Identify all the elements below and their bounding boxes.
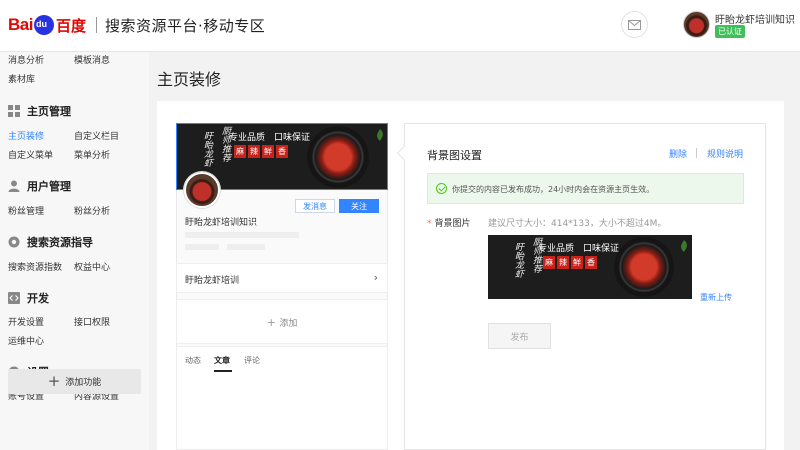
baidu-logo[interactable]: Bai 百度 搜索资源平台·移动专区 xyxy=(8,12,265,38)
shop-row[interactable]: 盱眙龙虾培训 › xyxy=(176,263,388,293)
banner-spicy-tags: 麻 辣 鲜 香 xyxy=(543,256,597,269)
mail-icon xyxy=(628,19,641,30)
spicy-tag: 鲜 xyxy=(262,145,274,158)
sidebar-item-menu-analysis[interactable]: 菜单分析 xyxy=(74,148,110,161)
leaf-decoration xyxy=(374,129,386,141)
success-message: 你提交的内容已发布成功，24小时内会在资源主页生效。 xyxy=(452,185,655,194)
shop-row-label: 盱眙龙虾培训 xyxy=(185,276,240,286)
sidebar-section-search-guide: 搜索资源指导 xyxy=(8,234,93,250)
tab-comments[interactable]: 评论 xyxy=(244,355,260,366)
background-image-label: * 背景图片 xyxy=(427,219,471,229)
user-name: 盱眙龙虾培训知识 xyxy=(715,15,795,26)
success-alert: 你提交的内容已发布成功，24小时内会在资源主页生效。 xyxy=(427,173,744,204)
plus-icon: + xyxy=(47,372,61,390)
user-menu[interactable]: 盱眙龙虾培训知识 已认证 xyxy=(683,11,795,41)
skeleton-line xyxy=(185,232,299,238)
sidebar-section-title: 开发 xyxy=(27,292,49,305)
check-circle-icon xyxy=(436,183,447,194)
profile-avatar xyxy=(184,172,220,208)
logo-bai-text: Bai xyxy=(8,15,33,34)
sidebar-section-title: 用户管理 xyxy=(27,180,71,193)
banner-image: 盱眙龙虾 厨师推荐 专业品质 口味保证 麻 辣 鲜 香 xyxy=(488,235,692,299)
sidebar-item-custom-column[interactable]: 自定义栏目 xyxy=(74,129,119,142)
reupload-link[interactable]: 重新上传 xyxy=(700,292,732,303)
gear-badge-icon xyxy=(8,236,20,248)
active-tab-indicator xyxy=(214,370,232,372)
spicy-tag: 辣 xyxy=(248,145,260,158)
content-tabs: 动态 文章 评论 xyxy=(176,346,388,450)
verified-badge: 已认证 xyxy=(715,25,745,38)
add-function-label: 添加功能 xyxy=(65,378,102,388)
editor-title: 背景图设置 xyxy=(427,149,482,162)
add-module-button[interactable]: + 添加 xyxy=(176,299,388,344)
sidebar-item-template-message[interactable]: 模板消息 xyxy=(74,53,110,66)
sidebar-item-api-permission[interactable]: 接口权限 xyxy=(74,315,110,328)
size-hint: 建议尺寸大小：414*133，大小不超过4M。 xyxy=(488,219,667,229)
chevron-right-icon: › xyxy=(373,271,378,284)
banner-quality-text: 专业品质 口味保证 xyxy=(538,244,620,254)
banner-quality-text: 专业品质 口味保证 xyxy=(229,133,311,143)
spicy-tag: 鲜 xyxy=(571,256,583,269)
mail-button[interactable] xyxy=(621,11,648,38)
tab-articles[interactable]: 文章 xyxy=(214,355,230,366)
profile-name: 盱眙龙虾培训知识 xyxy=(185,218,258,228)
link-divider xyxy=(696,148,697,158)
platform-name: 搜索资源平台·移动专区 xyxy=(104,16,266,35)
user-icon xyxy=(8,180,20,192)
sidebar-item-material-library[interactable]: 素材库 xyxy=(8,72,35,85)
sidebar-section-homepage: 主页管理 xyxy=(8,103,71,119)
delete-link[interactable]: 删除 xyxy=(669,147,687,160)
sidebar-item-fans-management[interactable]: 粉丝管理 xyxy=(8,204,44,217)
grid-icon xyxy=(8,105,20,117)
sidebar-item-dev-settings[interactable]: 开发设置 xyxy=(8,315,44,328)
spicy-tag: 香 xyxy=(276,145,288,158)
baidu-paw-icon xyxy=(33,15,54,35)
publish-button[interactable]: 发布 xyxy=(488,323,551,349)
top-header: Bai 百度 搜索资源平台·移动专区 盱眙龙虾培训知识 已认证 xyxy=(0,0,800,52)
sidebar-section-title: 主页管理 xyxy=(27,105,71,118)
calligraphy-left: 盱眙龙虾 xyxy=(513,242,523,278)
sidebar-item-custom-menu[interactable]: 自定义菜单 xyxy=(8,148,53,161)
add-function-button[interactable]: + 添加功能 xyxy=(8,369,141,394)
crayfish-plate-image xyxy=(614,237,674,297)
sidebar-item-fans-analysis[interactable]: 粉丝分析 xyxy=(74,204,110,217)
logo-du-text: 百度 xyxy=(55,16,86,35)
plus-icon: + xyxy=(266,316,280,329)
rules-link[interactable]: 规则说明 xyxy=(707,147,743,160)
spicy-tag: 辣 xyxy=(557,256,569,269)
page-title: 主页装修 xyxy=(157,70,222,89)
sidebar-item-rights-center[interactable]: 权益中心 xyxy=(74,260,110,273)
uploaded-background-image: 盱眙龙虾 厨师推荐 专业品质 口味保证 麻 辣 鲜 香 xyxy=(488,235,692,299)
avatar xyxy=(683,11,710,38)
skeleton-line xyxy=(227,244,265,250)
leaf-decoration xyxy=(678,240,690,252)
sidebar-section-title: 搜索资源指导 xyxy=(27,236,93,249)
spicy-tag: 麻 xyxy=(234,145,246,158)
skeleton-line xyxy=(185,244,219,250)
sidebar-item-ops-center[interactable]: 运维中心 xyxy=(8,334,44,347)
crayfish-plate-image xyxy=(307,126,369,188)
add-module-label: + 添加 xyxy=(266,316,298,329)
spicy-tag: 麻 xyxy=(543,256,555,269)
calligraphy-left: 盱眙龙虾 xyxy=(202,131,212,167)
spicy-tag: 香 xyxy=(585,256,597,269)
code-icon xyxy=(8,292,20,304)
send-message-button[interactable]: 发消息 xyxy=(295,199,335,213)
sidebar-section-develop: 开发 xyxy=(8,290,49,306)
follow-button[interactable]: 关注 xyxy=(339,199,379,213)
logo-divider xyxy=(95,17,97,33)
banner-spicy-tags: 麻 辣 鲜 香 xyxy=(234,145,288,158)
tab-feed[interactable]: 动态 xyxy=(185,355,201,366)
sidebar-item-homepage-decoration[interactable]: 主页装修 xyxy=(8,129,44,142)
sidebar-item-search-index[interactable]: 搜索资源指数 xyxy=(8,260,62,273)
sidebar-item-message-analysis[interactable]: 消息分析 xyxy=(8,53,44,66)
sidebar-section-users: 用户管理 xyxy=(8,178,71,194)
